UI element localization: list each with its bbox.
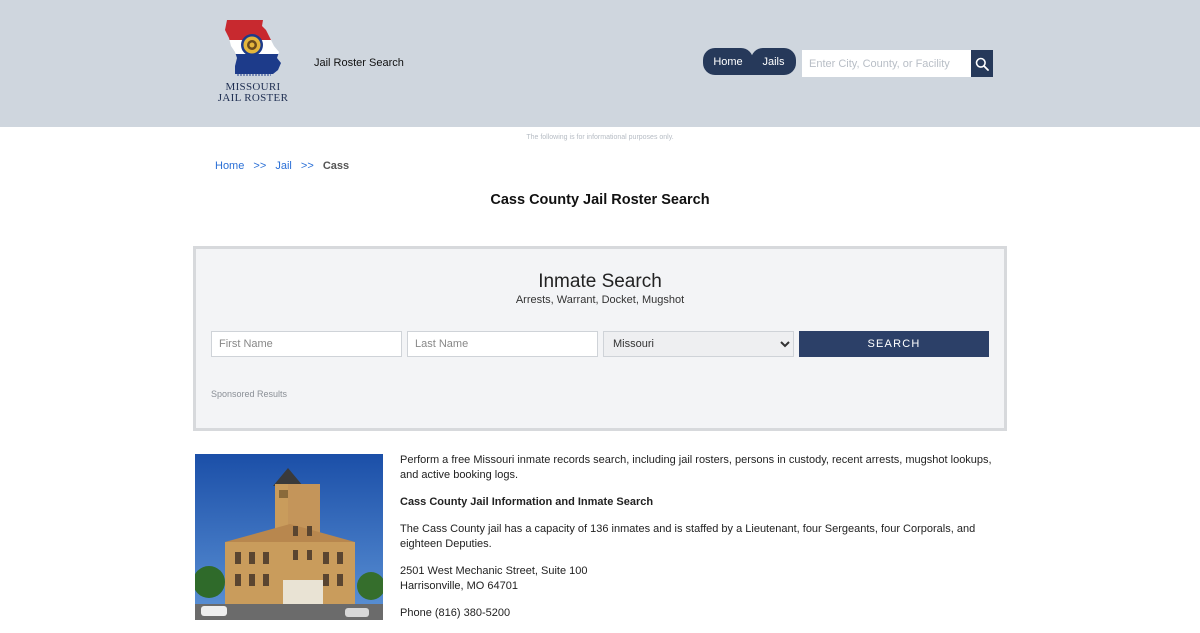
nav-jails-button[interactable]: Jails (751, 48, 796, 75)
breadcrumb-separator: >> (300, 160, 314, 172)
site-logo[interactable]: MISSOURI JAIL ROSTER (215, 18, 291, 108)
capacity-paragraph: The Cass County jail has a capacity of 1… (400, 523, 976, 550)
facility-search-button[interactable] (971, 50, 993, 77)
logo-text: MISSOURI JAIL ROSTER (215, 82, 291, 104)
inmate-search-button[interactable]: SEARCH (799, 331, 989, 357)
breadcrumb-home-link[interactable]: Home (215, 160, 244, 172)
nav-home-button[interactable]: Home (703, 48, 753, 75)
courthouse-image (195, 454, 383, 620)
page-title: Cass County Jail Roster Search (490, 192, 710, 208)
inmate-search-title: Inmate Search (538, 271, 662, 292)
breadcrumb-separator: >> (253, 160, 267, 172)
first-name-input[interactable] (211, 331, 402, 357)
site-header: MISSOURI JAIL ROSTER Jail Roster Search … (0, 0, 1200, 127)
address-line-2: Harrisonville, MO 64701 (400, 580, 518, 592)
jail-info-content: Perform a free Missouri inmate records s… (400, 453, 1000, 633)
missouri-flag-map-icon (225, 20, 281, 76)
inmate-search-panel: Inmate Search Arrests, Warrant, Docket, … (193, 246, 1007, 431)
phone-line: Phone (816) 380-5200 (400, 607, 511, 619)
inmate-search-subtitle: Arrests, Warrant, Docket, Mugshot (515, 294, 685, 306)
disclaimer-text: The following is for informational purpo… (526, 134, 674, 141)
facility-search-input[interactable] (802, 50, 972, 77)
address-line-1: 2501 West Mechanic Street, Suite 100 (400, 565, 588, 577)
address-block: 2501 West Mechanic Street, Suite 100 Har… (400, 564, 1000, 594)
state-select[interactable]: Missouri (603, 331, 794, 357)
site-title[interactable]: Jail Roster Search (314, 57, 404, 69)
last-name-input[interactable] (407, 331, 598, 357)
intro-paragraph: Perform a free Missouri inmate records s… (400, 454, 992, 481)
courthouse-photo (195, 454, 383, 620)
jail-info-heading: Cass County Jail Information and Inmate … (400, 496, 654, 508)
breadcrumb: Home >> Jail >> Cass (215, 160, 349, 172)
sponsored-results-label: Sponsored Results (211, 389, 288, 399)
search-icon (975, 57, 989, 71)
breadcrumb-current: Cass (322, 160, 350, 172)
logo-line-jail-roster: JAIL ROSTER (217, 92, 289, 104)
breadcrumb-jail-link[interactable]: Jail (275, 160, 292, 172)
